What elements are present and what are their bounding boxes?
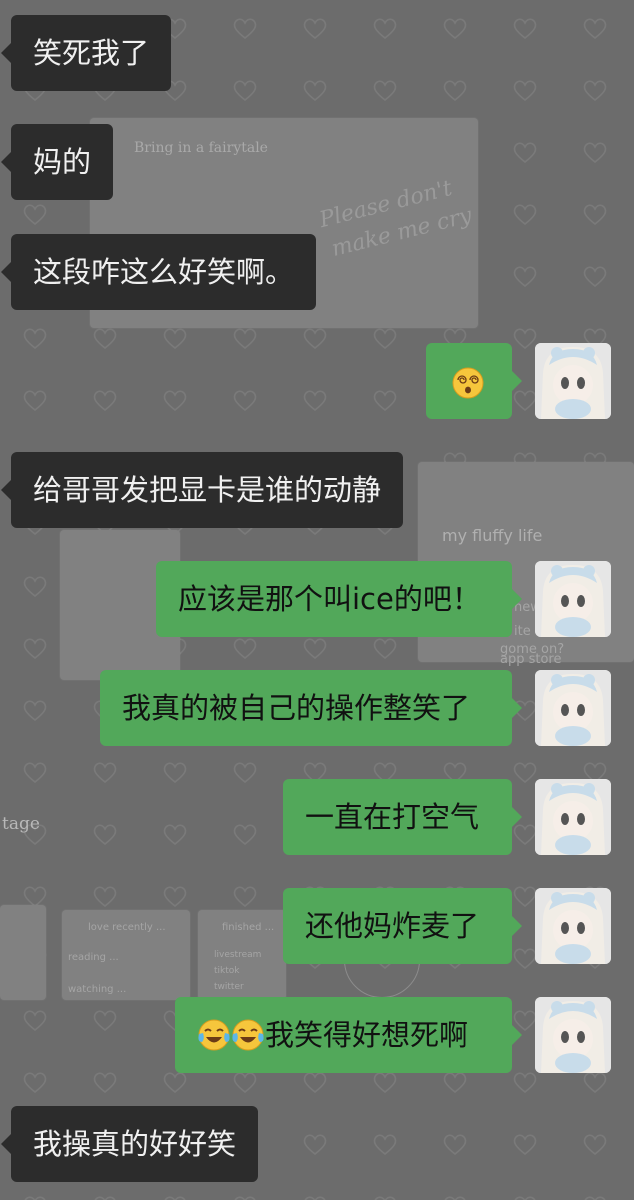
message-bubble-sent[interactable]: 一直在打空气 [283, 779, 522, 855]
message-bubble-sent[interactable] [426, 343, 522, 419]
wallpaper-panel-1-line-1: reading ... [68, 952, 119, 963]
message-bubble-received[interactable]: 妈的 [0, 124, 114, 200]
tears-of-joy-icon [198, 1019, 230, 1051]
wallpaper-panel-2-line-3: twitter [214, 982, 244, 992]
wallpaper-panel-image [0, 905, 46, 1000]
wallpaper-panel-1-title: love recently ... [88, 922, 166, 933]
message-text: 笑死我了 [33, 36, 150, 70]
avatar[interactable] [535, 779, 611, 855]
wallpaper-panel-1-line-2: watching ... [68, 984, 127, 995]
avatar-doll-icon [535, 670, 611, 746]
avatar-doll-icon [535, 888, 611, 964]
message-text: 还他妈炸麦了 [305, 909, 480, 943]
message-bubble-sent[interactable]: 还他妈炸麦了 [283, 888, 522, 964]
message-text: 给哥哥发把显卡是谁的动静 [33, 473, 382, 507]
wallpaper-panel-2-title: finished ... [222, 922, 275, 933]
message-bubble-sent[interactable]: 我笑得好想死啊 [175, 997, 522, 1073]
avatar[interactable] [535, 997, 611, 1073]
message-text: 应该是那个叫ice的吧！ [178, 582, 481, 616]
message-text: 我操真的好好笑 [33, 1127, 237, 1161]
avatar[interactable] [535, 888, 611, 964]
avatar-doll-icon [535, 779, 611, 855]
avatar[interactable] [535, 670, 611, 746]
dizzy-face-icon [452, 367, 484, 399]
message-text: 这段咋这么好笑啊。 [33, 255, 295, 289]
wallpaper-side-item-4: app store [500, 652, 562, 667]
message-bubble-received[interactable]: 笑死我了 [0, 15, 172, 91]
wallpaper-side-item-2: ite [514, 624, 531, 639]
message-bubble-sent[interactable]: 我真的被自己的操作整笑了 [100, 670, 522, 746]
avatar-doll-icon [535, 561, 611, 637]
avatar-doll-icon [535, 343, 611, 419]
wallpaper-stage-label: tage [2, 814, 40, 834]
avatar[interactable] [535, 561, 611, 637]
message-bubble-received[interactable]: 给哥哥发把显卡是谁的动静 [0, 452, 404, 528]
message-bubble-sent[interactable]: 应该是那个叫ice的吧！ [156, 561, 522, 637]
message-bubble-received[interactable]: 我操真的好好笑 [0, 1106, 259, 1182]
wallpaper-panel-2-line-1: livestream [214, 950, 262, 960]
avatar-doll-icon [535, 997, 611, 1073]
message-bubble-received[interactable]: 这段咋这么好笑啊。 [0, 234, 317, 310]
wallpaper-panel-2-line-2: tiktok [214, 966, 240, 976]
message-text: 我笑得好想死啊 [265, 1018, 469, 1052]
avatar[interactable] [535, 343, 611, 419]
message-text: 我真的被自己的操作整笑了 [122, 691, 471, 725]
message-text: 一直在打空气 [305, 800, 480, 834]
tears-of-joy-icon [232, 1019, 264, 1051]
wallpaper-card-title: Bring in a fairytale [134, 140, 268, 156]
wallpaper-fluffy-label: my fluffy life [442, 526, 543, 545]
message-text: 妈的 [33, 145, 92, 179]
